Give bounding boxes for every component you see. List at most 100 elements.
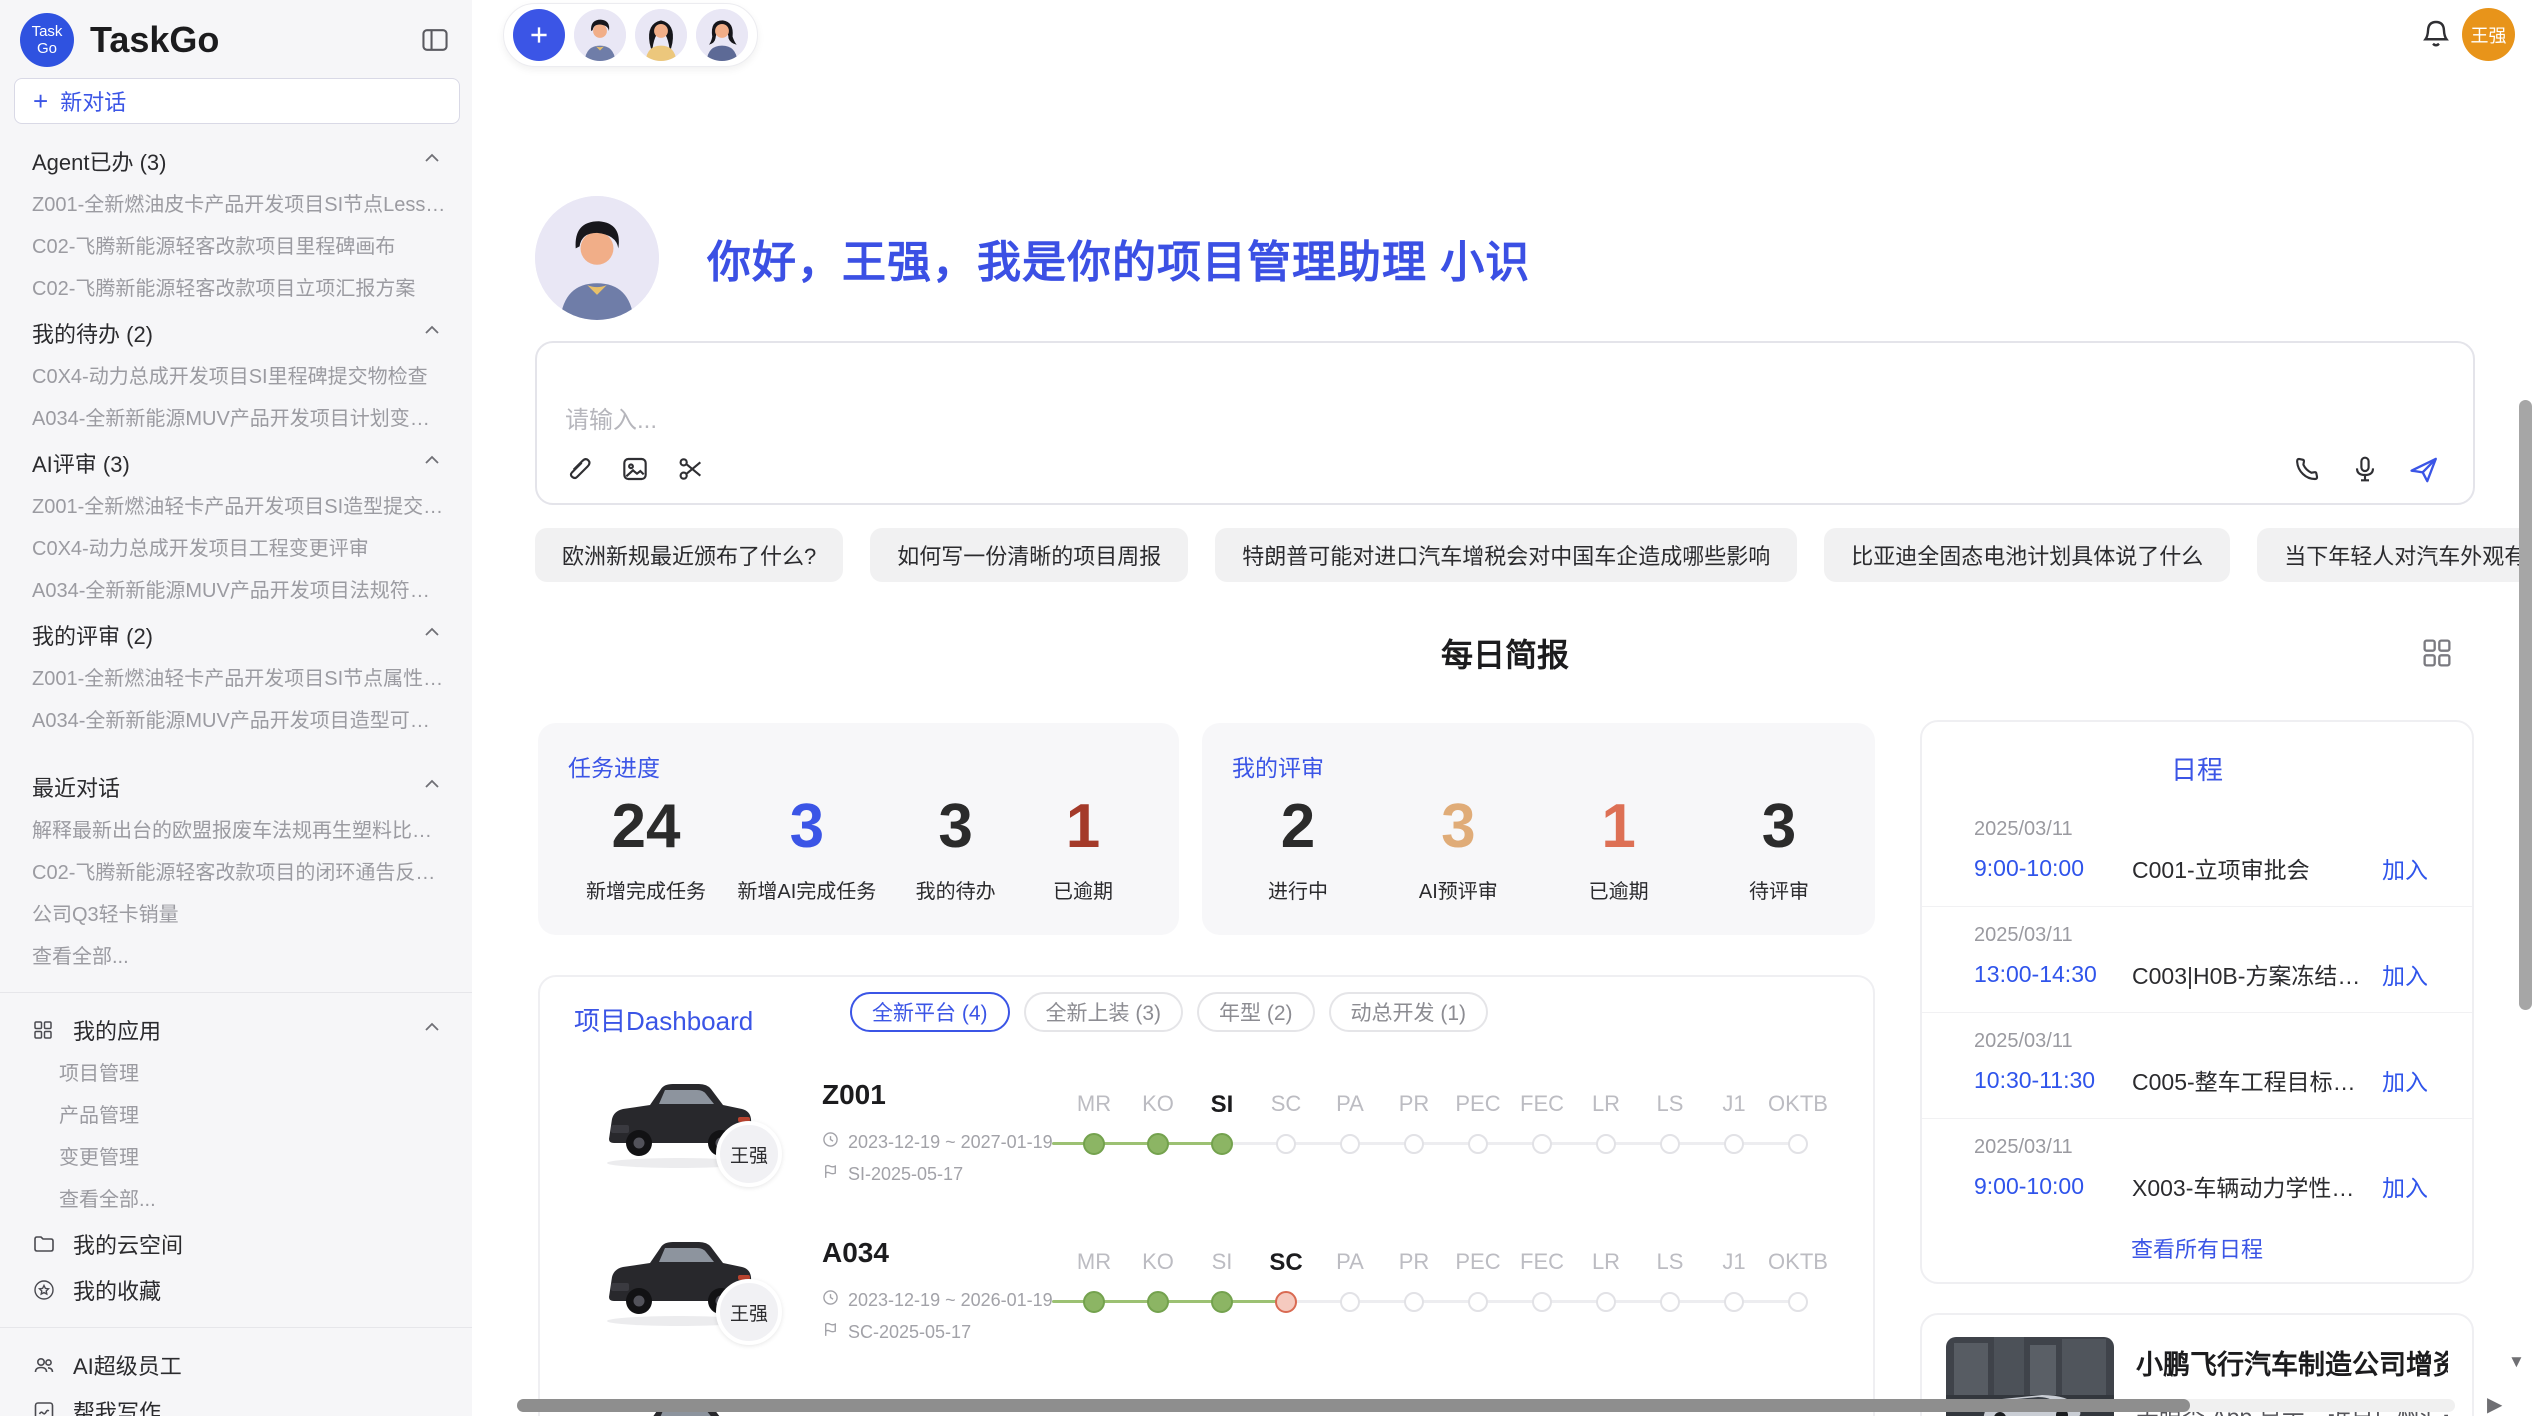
stat-value: 24	[586, 789, 706, 865]
view-all-schedule-link[interactable]: 查看所有日程	[1922, 1232, 2472, 1264]
sidebar-item[interactable]: Z001-全新燃油轻卡产品开发项目SI造型提交物评审	[0, 486, 472, 528]
dashboard-tab[interactable]: 年型 (2)	[1197, 992, 1315, 1032]
my-apps-subitem[interactable]: 查看全部...	[0, 1179, 472, 1221]
sidebar-section-header[interactable]: Agent已办 (3)	[0, 138, 472, 184]
schedule-date: 2025/03/11	[1974, 1136, 2428, 1159]
milestone-line-done	[1052, 1142, 1222, 1145]
sidebar-section-header[interactable]: 我的待办 (2)	[0, 310, 472, 356]
recent-conversation-item[interactable]: C02-飞腾新能源轻客改款项目的闭环通告反馈情况	[0, 852, 472, 894]
dashboard-tab[interactable]: 动总开发 (1)	[1329, 992, 1489, 1032]
chat-input[interactable]	[565, 407, 1965, 435]
schedule-item: 2025/03/1110:30-11:30C005-整车工程目标评审加入	[1922, 1013, 2472, 1119]
sidebar-tool-label: 帮我写作	[73, 1395, 442, 1416]
sidebar-recent-header[interactable]: 最近对话	[0, 764, 472, 810]
stat-label: 新增完成任务	[586, 875, 706, 904]
writing-icon	[32, 1399, 56, 1416]
sidebar-item[interactable]: A034-全新新能源MUV产品开发项目计划变更表编写	[0, 398, 472, 440]
agent-avatar-1[interactable]	[574, 9, 626, 61]
sidebar-item[interactable]: C0X4-动力总成开发项目工程变更评审	[0, 528, 472, 570]
sidebar-item[interactable]: C02-飞腾新能源轻客改款项目里程碑画布	[0, 226, 472, 268]
sidebar-item[interactable]: C0X4-动力总成开发项目SI里程碑提交物检查	[0, 356, 472, 398]
milestone-label: KO	[1126, 1249, 1190, 1275]
sidebar-item-my-apps[interactable]: 我的应用	[0, 1007, 472, 1053]
sidebar-collapse-icon[interactable]	[420, 25, 450, 55]
phone-icon[interactable]	[2291, 453, 2323, 485]
scroll-down-arrow-icon[interactable]: ▼	[2508, 1352, 2525, 1372]
microphone-icon[interactable]	[2349, 453, 2381, 485]
image-icon[interactable]	[619, 453, 651, 485]
sidebar-item-favorites[interactable]: 我的收藏	[0, 1267, 472, 1313]
stat-value: 3	[1731, 789, 1827, 865]
schedule-title: 日程	[1922, 750, 2472, 787]
new-chat-button[interactable]: + 新对话	[14, 78, 460, 124]
schedule-card: 日程 2025/03/11 9:00-10:00C001-立项审批会加入 2025/…	[1920, 720, 2474, 1284]
recent-conversation-item[interactable]: 解释最新出台的欧盟报废车法规再生塑料比例被调至15%...	[0, 810, 472, 852]
project-dates-text: 2023-12-19 ~ 2027-01-19	[848, 1132, 1053, 1153]
agent-avatar-3[interactable]	[696, 9, 748, 61]
sidebar-item[interactable]: Z001-全新燃油皮卡产品开发项目SI节点Lesson Learn报告	[0, 184, 472, 226]
chevron-up-icon	[422, 774, 442, 800]
recent-conversation-item[interactable]: 查看全部...	[0, 936, 472, 978]
schedule-time: 9:00-10:00	[1974, 855, 2132, 882]
join-meeting-link[interactable]: 加入	[2382, 957, 2428, 991]
flag-icon	[822, 1163, 839, 1185]
suggestion-chip[interactable]: 当下年轻人对汽车外观有怎样的喜好趋势	[2257, 528, 2532, 582]
scissors-icon[interactable]	[675, 453, 707, 485]
suggestion-chip[interactable]: 比亚迪全固态电池计划具体说了什么	[1824, 528, 2230, 582]
sidebar-tool-ai-staff[interactable]: AI超级员工	[0, 1342, 472, 1388]
sidebar-item-cloud-folder[interactable]: 我的云空间	[0, 1221, 472, 1267]
sidebar-tool-writing[interactable]: 帮我写作	[0, 1388, 472, 1416]
join-meeting-link[interactable]: 加入	[2382, 851, 2428, 885]
suggestion-chip[interactable]: 欧洲新规最近颁布了什么?	[535, 528, 843, 582]
sidebar-section-header[interactable]: 我的评审 (2)	[0, 612, 472, 658]
user-avatar[interactable]: 王强	[2462, 8, 2515, 61]
sidebar-section-header[interactable]: AI评审 (3)	[0, 440, 472, 486]
dashboard-tab[interactable]: 全新上装 (3)	[1024, 992, 1184, 1032]
milestone-dot-todo	[1404, 1292, 1424, 1312]
suggestion-chip[interactable]: 如何写一份清晰的项目周报	[870, 528, 1188, 582]
sidebar-item[interactable]: A034-全新新能源MUV产品开发项目法规符合性评审	[0, 570, 472, 612]
milestone-label: J1	[1702, 1249, 1766, 1275]
app-logo: Task Go	[20, 13, 74, 67]
clock-icon	[822, 1131, 839, 1153]
milestone-label: PEC	[1446, 1091, 1510, 1117]
join-meeting-link[interactable]: 加入	[2382, 1169, 2428, 1203]
attachment-icon[interactable]	[563, 453, 595, 485]
sidebar-item[interactable]: A034-全新新能源MUV产品开发项目造型可行性评审	[0, 700, 472, 742]
sidebar-tool-label: AI超级员工	[73, 1349, 442, 1381]
milestone-dot-todo	[1596, 1292, 1616, 1312]
stat-card-title: 任务进度	[568, 749, 1149, 783]
vertical-scrollbar-thumb[interactable]	[2519, 400, 2532, 1010]
sidebar-section-title: Agent已办 (3)	[32, 145, 167, 177]
stat-column: 3我的待办	[908, 789, 1004, 904]
my-apps-label: 我的应用	[73, 1014, 405, 1046]
schedule-item-row: 9:00-10:00C001-立项审批会加入	[1974, 851, 2428, 885]
milestone-dot-todo	[1468, 1134, 1488, 1154]
add-agent-button[interactable]	[513, 9, 565, 61]
send-icon[interactable]	[2407, 453, 2439, 485]
my-apps-subitem[interactable]: 变更管理	[0, 1137, 472, 1179]
dashboard-tabs: 全新平台 (4) 全新上装 (3) 年型 (2) 动总开发 (1)	[850, 992, 1488, 1032]
join-meeting-link[interactable]: 加入	[2382, 1063, 2428, 1097]
schedule-item: 2025/03/1113:00-14:30C003|H0B-方案冻结评审加入	[1922, 907, 2472, 1013]
milestone-label: KO	[1126, 1091, 1190, 1117]
sidebar-gap	[0, 742, 472, 764]
project-dates-text: 2023-12-19 ~ 2026-01-19	[848, 1290, 1053, 1311]
briefing-layout-grid-icon[interactable]	[2420, 636, 2454, 670]
notification-bell-icon[interactable]	[2418, 16, 2454, 52]
stat-card-title: 我的评审	[1232, 749, 1845, 783]
new-chat-label: 新对话	[60, 85, 126, 117]
agent-avatar-bar	[503, 3, 758, 67]
schedule-item-row: 9:00-10:00X003-车辆动力学性能验...加入	[1974, 1169, 2428, 1203]
dashboard-tab[interactable]: 全新平台 (4)	[850, 992, 1010, 1032]
suggestion-chip[interactable]: 特朗普可能对进口汽车增税会对中国车企造成哪些影响	[1215, 528, 1797, 582]
sidebar-item[interactable]: Z001-全新燃油轻卡产品开发项目SI节点属性5D文件评审	[0, 658, 472, 700]
sidebar-item[interactable]: C02-飞腾新能源轻客改款项目立项汇报方案	[0, 268, 472, 310]
scroll-right-arrow-icon[interactable]: ▶	[2487, 1392, 2502, 1416]
recent-conversation-item[interactable]: 公司Q3轻卡销量	[0, 894, 472, 936]
stat-card-stats: 24新增完成任务3新增AI完成任务3我的待办1已逾期	[568, 789, 1149, 904]
my-apps-subitem[interactable]: 产品管理	[0, 1095, 472, 1137]
horizontal-scrollbar-thumb[interactable]	[517, 1399, 2190, 1412]
my-apps-subitem[interactable]: 项目管理	[0, 1053, 472, 1095]
agent-avatar-2[interactable]	[635, 9, 687, 61]
